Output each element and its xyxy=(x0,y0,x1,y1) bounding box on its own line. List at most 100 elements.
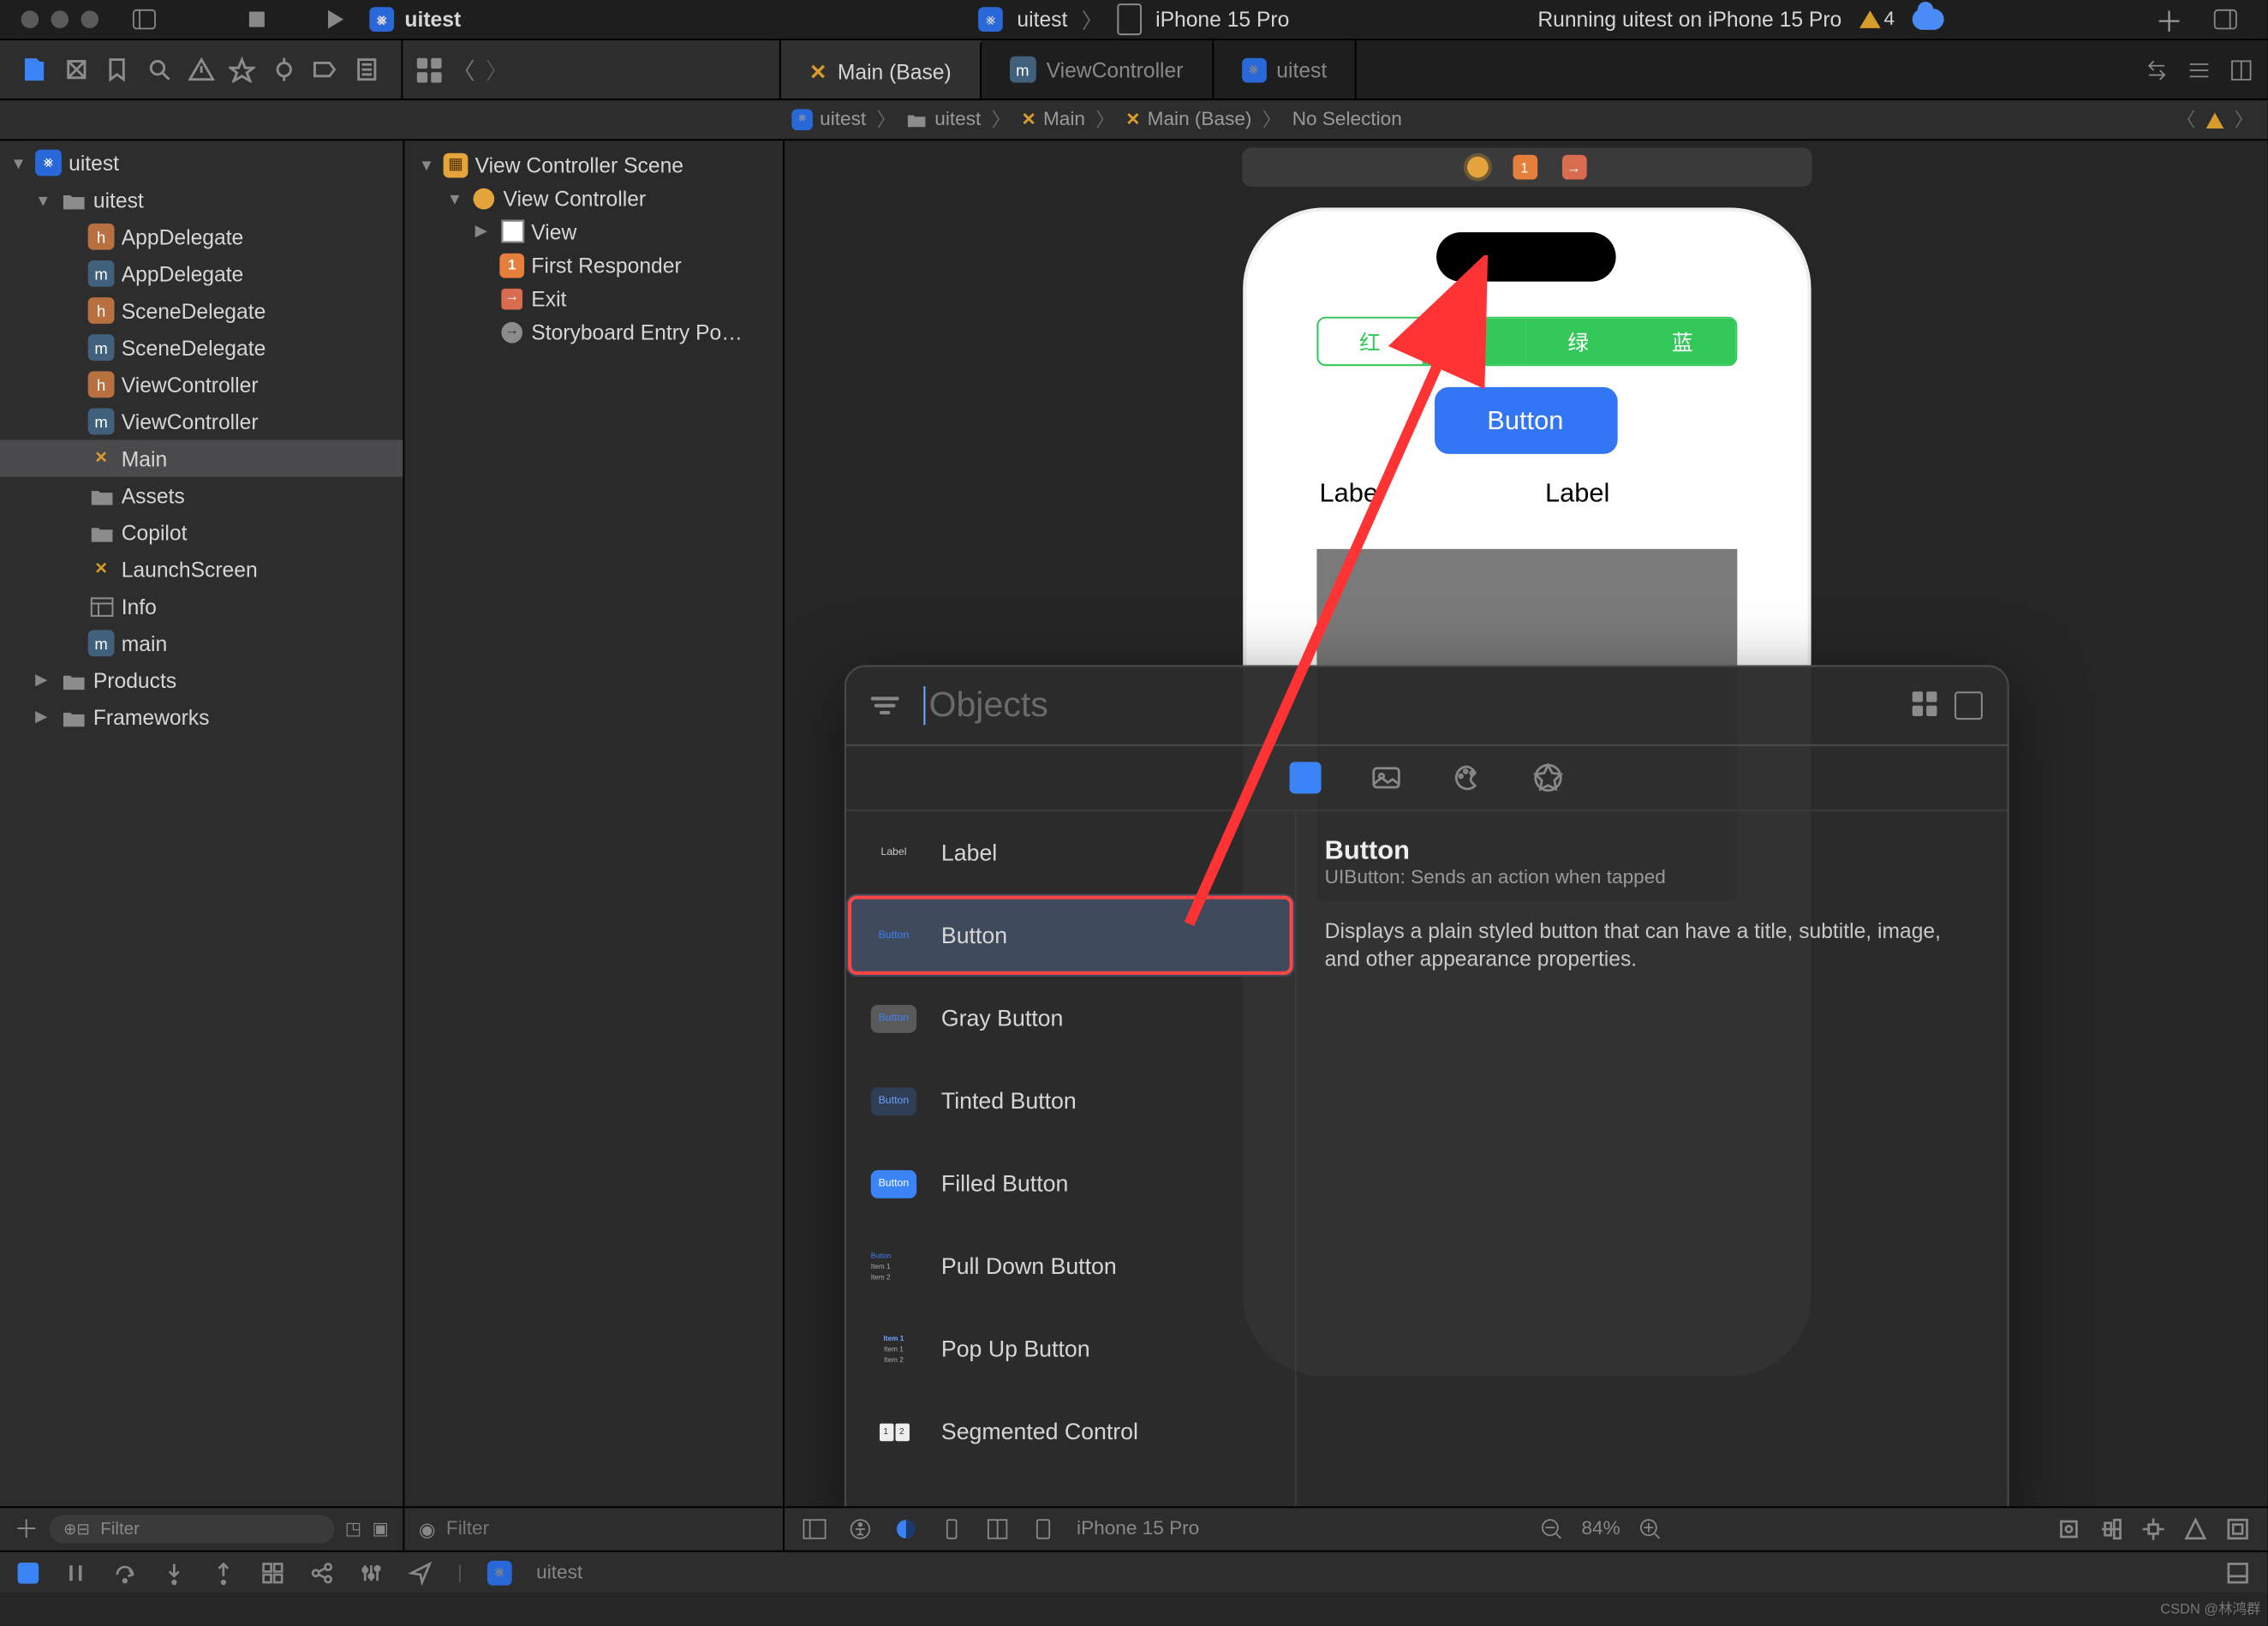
color-category-icon[interactable] xyxy=(1449,760,1484,795)
environment-overrides-icon[interactable] xyxy=(359,1560,384,1585)
nav-item-assets[interactable]: Assets xyxy=(0,477,403,514)
nav-item-scenedelegate[interactable]: mSceneDelegate xyxy=(0,329,403,366)
segment[interactable]: 红 xyxy=(1317,319,1422,364)
segmented-control[interactable]: 红黄绿蓝 xyxy=(1316,317,1736,367)
toggle-navigator-icon[interactable] xyxy=(120,7,170,32)
issue-navigator-icon[interactable] xyxy=(187,54,214,86)
warning-triangle-icon[interactable] xyxy=(2206,111,2224,127)
library-item-label[interactable]: LabelLabel xyxy=(846,811,1295,894)
recent-filter-icon[interactable]: ◳ xyxy=(345,1520,361,1539)
scheme-selector[interactable]: ⨳ uitest 〉 iPhone 15 Pro xyxy=(978,3,1289,35)
breakpoints-toggle[interactable] xyxy=(18,1562,39,1583)
cloud-status-icon[interactable] xyxy=(1913,9,1944,30)
debug-target[interactable]: uitest xyxy=(536,1562,582,1583)
library-item-segmented-control[interactable]: 12Segmented Control xyxy=(846,1390,1295,1474)
simulate-location-icon[interactable] xyxy=(409,1560,433,1585)
add-file-button[interactable]: ＋ xyxy=(14,1511,39,1546)
library-filter-icon[interactable] xyxy=(871,691,899,720)
nav-item-uitest[interactable]: ▼uitest xyxy=(0,182,403,218)
device-label[interactable]: iPhone 15 Pro xyxy=(1077,1519,1199,1540)
tab-main-base-[interactable]: ✕Main (Base) xyxy=(781,40,982,99)
jump-bar[interactable]: ⨳uitest〉uitest〉✕Main〉✕Main (Base)〉No Sel… xyxy=(0,99,2268,140)
toggle-debug-area-icon[interactable] xyxy=(2225,1560,2250,1585)
appearance-toggle-icon[interactable] xyxy=(893,1517,918,1542)
nav-item-frameworks[interactable]: ▶Frameworks xyxy=(0,698,403,735)
nav-item-copilot[interactable]: Copilot xyxy=(0,514,403,551)
step-out-icon[interactable] xyxy=(211,1560,236,1585)
grid-view-icon[interactable] xyxy=(1913,691,1937,716)
appearance-icon[interactable] xyxy=(1466,157,1488,178)
project-tree[interactable]: ▼⨳uitest▼uitesthAppDelegatemAppDelegateh… xyxy=(0,140,403,1506)
zoom-in-icon[interactable] xyxy=(1638,1517,1662,1542)
outline-tree[interactable]: ▼▦View Controller Scene▼View Controller▶… xyxy=(404,140,783,1506)
embed-icon[interactable] xyxy=(2225,1517,2250,1542)
add-tab-button[interactable]: ＋ xyxy=(2155,0,2183,40)
snippets-category-icon[interactable] xyxy=(1531,760,1566,795)
source-control-navigator-icon[interactable] xyxy=(63,54,90,86)
library-item-filled-button[interactable]: ButtonFilled Button xyxy=(846,1142,1295,1225)
orientation-icon[interactable] xyxy=(940,1517,964,1542)
next-issue-icon[interactable]: 〉 xyxy=(2235,105,2254,134)
objects-category-icon[interactable] xyxy=(1288,760,1323,795)
outline-item[interactable]: Storyboard Entry Po… xyxy=(404,315,783,349)
nav-item-viewcontroller[interactable]: mViewController xyxy=(0,403,403,439)
library-item-tinted-button[interactable]: ButtonTinted Button xyxy=(846,1060,1295,1143)
nav-item-viewcontroller[interactable]: hViewController xyxy=(0,366,403,403)
library-view-toggle[interactable] xyxy=(1913,691,1983,720)
library-item-pop-up-button[interactable]: Item 1Item 1Item 2Pop Up Button xyxy=(846,1307,1295,1390)
stop-button[interactable] xyxy=(232,7,282,32)
nav-item-products[interactable]: ▶Products xyxy=(0,661,403,698)
library-search-input[interactable]: Objects xyxy=(916,685,1895,726)
first-responder-icon[interactable]: 1 xyxy=(1512,155,1537,180)
exit-icon[interactable]: → xyxy=(1561,155,1586,180)
resolve-issues-icon[interactable] xyxy=(2183,1517,2208,1542)
outline-item[interactable]: ▼▦View Controller Scene xyxy=(404,148,783,182)
tab-uitest[interactable]: ⨳uitest xyxy=(1213,40,1357,99)
debug-navigator-icon[interactable] xyxy=(270,54,297,86)
navigator-filter-input[interactable]: ⊕⊟ Filter xyxy=(50,1515,335,1543)
nav-item-scenedelegate[interactable]: hSceneDelegate xyxy=(0,292,403,329)
window-traffic-lights[interactable] xyxy=(0,10,120,28)
nav-item-launchscreen[interactable]: ✕LaunchScreen xyxy=(0,551,403,588)
debug-view-icon[interactable] xyxy=(260,1560,285,1585)
accessibility-icon[interactable] xyxy=(848,1517,873,1542)
compare-icon[interactable] xyxy=(2145,57,2170,82)
outline-item[interactable]: ▼View Controller xyxy=(404,182,783,215)
segment[interactable]: 蓝 xyxy=(1631,319,1735,364)
ui-button[interactable]: Button xyxy=(1434,387,1617,454)
layout-icon[interactable] xyxy=(985,1517,1010,1542)
nav-item-main[interactable]: ✕Main xyxy=(0,440,403,477)
nav-item-appdelegate[interactable]: hAppDelegate xyxy=(0,218,403,255)
segment[interactable]: 黄 xyxy=(1422,319,1526,364)
zoom-level[interactable]: 84% xyxy=(1581,1519,1620,1540)
adjust-editor-icon[interactable] xyxy=(2187,57,2211,82)
outline-item[interactable]: 1First Responder xyxy=(404,248,783,282)
step-into-icon[interactable] xyxy=(162,1560,187,1585)
segment[interactable]: 绿 xyxy=(1526,319,1631,364)
close-dot[interactable] xyxy=(21,10,39,28)
outline-filter-icon[interactable]: ◉ xyxy=(419,1518,436,1541)
pause-icon[interactable] xyxy=(63,1560,88,1585)
pin-icon[interactable] xyxy=(2141,1517,2166,1542)
toggle-inspectors-icon[interactable] xyxy=(2201,7,2251,32)
navigate-back-button[interactable]: 〈 xyxy=(452,53,475,87)
nav-item-info[interactable]: Info xyxy=(0,588,403,625)
breadcrumb-segment[interactable]: ✕Main xyxy=(1011,109,1095,130)
outline-item[interactable]: ▶View xyxy=(404,215,783,248)
navigate-forward-button[interactable]: 〉 xyxy=(486,53,509,87)
tab-viewcontroller[interactable]: mViewController xyxy=(982,40,1214,99)
library-item-pull-down-button[interactable]: ButtonItem 1Item 2Pull Down Button xyxy=(846,1225,1295,1308)
breadcrumb-segment[interactable]: ⨳uitest xyxy=(781,109,877,130)
nav-item-main[interactable]: mmain xyxy=(0,625,403,661)
zoom-out-icon[interactable] xyxy=(1539,1517,1564,1542)
bookmark-navigator-icon[interactable] xyxy=(104,54,131,86)
media-category-icon[interactable] xyxy=(1369,760,1404,795)
run-button[interactable] xyxy=(310,7,360,32)
project-navigator-icon[interactable] xyxy=(21,54,49,86)
add-editor-icon[interactable] xyxy=(2229,57,2253,82)
outline-filter-input[interactable]: Filter xyxy=(446,1519,489,1540)
find-navigator-icon[interactable] xyxy=(146,54,173,86)
nav-item-appdelegate[interactable]: mAppDelegate xyxy=(0,255,403,292)
outline-item[interactable]: Exit xyxy=(404,282,783,315)
nav-item-uitest[interactable]: ▼⨳uitest xyxy=(0,144,403,181)
